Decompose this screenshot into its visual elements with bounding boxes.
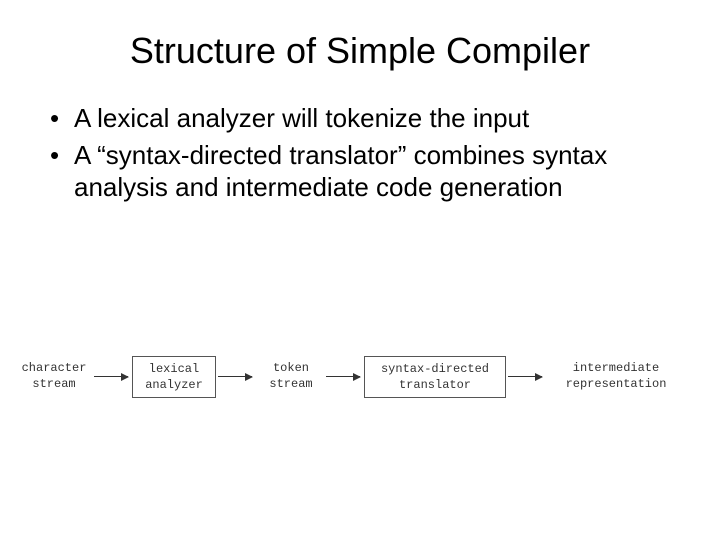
box-lexical-analyzer: lexical analyzer: [132, 356, 216, 398]
arrow-icon: [218, 376, 252, 377]
arrow-icon: [94, 376, 128, 377]
arrow-icon: [508, 376, 542, 377]
slide: Structure of Simple Compiler A lexical a…: [0, 0, 720, 540]
arrow-icon: [326, 376, 360, 377]
slide-title: Structure of Simple Compiler: [40, 30, 680, 72]
bullet-list: A lexical analyzer will tokenize the inp…: [40, 102, 680, 204]
bullet-item: A “syntax-directed translator” combines …: [50, 139, 680, 204]
compiler-diagram: character stream lexical analyzer token …: [0, 340, 720, 460]
label-character-stream: character stream: [14, 360, 94, 392]
box-syntax-directed-translator: syntax-directed translator: [364, 356, 506, 398]
bullet-item: A lexical analyzer will tokenize the inp…: [50, 102, 680, 135]
label-intermediate-representation: intermediate representation: [546, 360, 686, 392]
label-token-stream: token stream: [256, 360, 326, 392]
